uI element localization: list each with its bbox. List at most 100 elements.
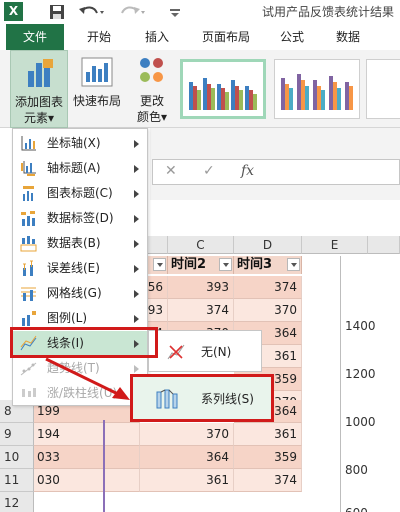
row-header[interactable]: 10	[0, 446, 34, 469]
tab-file[interactable]: 文件	[6, 24, 64, 50]
redo-icon[interactable]	[118, 3, 148, 21]
data-table-icon	[20, 236, 37, 252]
menu-item-axis-titles[interactable]: 轴标题(A)	[13, 156, 147, 181]
ribbon-tabs: 文件 开始 插入 页面布局 公式 数据	[0, 24, 400, 50]
cell[interactable]: 364	[168, 446, 234, 469]
tab-home[interactable]: 开始	[74, 24, 124, 50]
gridlines-icon	[21, 287, 36, 301]
cell[interactable]	[34, 492, 302, 512]
cell[interactable]: 361	[234, 423, 302, 446]
undo-icon[interactable]	[76, 3, 106, 21]
chart-area[interactable]: 1400 1200 1000 800 600	[340, 256, 400, 512]
title-bar: X 试用产品反馈表统计结果	[0, 0, 400, 24]
filter-dropdown-icon[interactable]	[153, 258, 166, 271]
menu-item-error-bars[interactable]: 误差线(E)	[13, 256, 147, 281]
tab-page-layout[interactable]: 页面布局	[190, 24, 262, 50]
column-header-c[interactable]: C	[168, 236, 234, 254]
legend-icon	[22, 311, 36, 326]
submenu-arrow-icon	[134, 240, 139, 248]
y-axis-tick-label: 1200	[345, 367, 376, 381]
chart-style-1[interactable]	[180, 59, 266, 119]
no-lines-icon	[167, 344, 185, 360]
chart-style-thumbnail	[189, 78, 257, 110]
cell[interactable]: 361	[168, 469, 234, 492]
add-chart-element-button[interactable]: 添加图表 元素▾	[10, 50, 68, 128]
tab-data[interactable]: 数据	[324, 24, 372, 50]
tab-insert[interactable]: 插入	[132, 24, 182, 50]
chart-style-thumbnail	[281, 74, 353, 110]
row-header[interactable]: 12	[0, 492, 34, 512]
change-colors-label-1: 更改	[139, 94, 164, 108]
quick-layout-icon	[81, 57, 113, 87]
excel-window: X 试用产品反馈表统计结果 文件 开始 插入 页面布局 公式 数据 添加图表 元…	[0, 0, 400, 512]
filter-dropdown-icon[interactable]	[219, 258, 232, 271]
column-header-d[interactable]: D	[234, 236, 302, 254]
chart-style-2[interactable]	[274, 59, 360, 119]
callout-box-series-lines	[130, 374, 274, 422]
cell[interactable]: 370	[234, 299, 302, 322]
data-labels-icon	[21, 211, 35, 226]
column-header-f[interactable]	[368, 236, 400, 254]
palette-icon	[140, 58, 163, 82]
cell[interactable]: 030	[34, 469, 140, 492]
tab-formulas[interactable]: 公式	[268, 24, 316, 50]
y-axis-tick-label: 800	[345, 463, 368, 477]
row-header[interactable]: 11	[0, 469, 34, 492]
window-title: 试用产品反馈表统计结果	[262, 5, 395, 19]
formula-bar: ✕ ✓ fx	[152, 159, 400, 185]
add-chart-element-icon	[28, 59, 53, 87]
callout-arrow-icon	[45, 357, 130, 400]
cell[interactable]: 033	[34, 446, 140, 469]
add-chart-element-label-2: 元素▾	[23, 111, 55, 125]
error-bars-icon	[23, 260, 33, 276]
y-axis-tick-label: 1000	[345, 415, 376, 429]
change-colors-button[interactable]: 更改 颜色▾	[128, 50, 176, 128]
customize-toolbar-icon[interactable]	[168, 3, 182, 21]
selection-range-border	[103, 420, 105, 512]
quick-layout-button[interactable]: 快速布局	[70, 50, 124, 128]
trendline-icon	[20, 362, 37, 376]
menu-item-axes[interactable]: 坐标轴(X)	[13, 131, 147, 156]
cell[interactable]: 393	[168, 276, 234, 299]
submenu-item-none[interactable]: 无(N)	[149, 339, 261, 364]
y-axis-tick-label: 1400	[345, 319, 376, 333]
submenu-arrow-icon	[134, 190, 139, 198]
save-icon[interactable]	[48, 3, 66, 21]
menu-item-data-labels[interactable]: 数据标签(D)	[13, 206, 147, 231]
cancel-icon[interactable]: ✕	[165, 163, 177, 179]
excel-logo-icon: X	[4, 2, 23, 21]
cell[interactable]: 374	[168, 299, 234, 322]
cell[interactable]: 374	[234, 276, 302, 299]
filter-dropdown-icon[interactable]	[287, 258, 300, 271]
quick-layout-label: 快速布局	[72, 94, 121, 108]
cell[interactable]: 374	[234, 469, 302, 492]
ribbon: 添加图表 元素▾ 快速布局 更改 颜色▾	[0, 50, 400, 128]
y-axis-tick-label: 600	[345, 506, 368, 512]
submenu-arrow-icon	[134, 315, 139, 323]
table-header-time2[interactable]: 时间2	[168, 256, 234, 274]
enter-icon[interactable]: ✓	[203, 163, 215, 179]
submenu-arrow-icon	[134, 215, 139, 223]
menu-item-gridlines[interactable]: 网格线(G)	[13, 281, 147, 306]
cell[interactable]: 359	[234, 446, 302, 469]
lines-submenu: 无(N)	[148, 330, 262, 372]
add-chart-element-label-1: 添加图表	[14, 95, 63, 109]
row-header[interactable]: 9	[0, 423, 34, 446]
submenu-arrow-icon	[134, 290, 139, 298]
submenu-arrow-icon	[134, 140, 139, 148]
menu-item-data-table[interactable]: 数据表(B)	[13, 231, 147, 256]
chart-title-icon	[23, 186, 34, 201]
menu-item-chart-title[interactable]: 图表标题(C)	[13, 181, 147, 206]
insert-function-icon[interactable]: fx	[241, 163, 254, 179]
dropdown-arrow-icon: ▾	[160, 110, 168, 124]
updown-bars-icon	[22, 388, 36, 397]
submenu-arrow-icon	[134, 165, 139, 173]
cell[interactable]: 194	[34, 423, 140, 446]
axis-title-icon	[21, 161, 36, 176]
chart-style-3[interactable]	[366, 59, 400, 119]
submenu-arrow-icon	[134, 265, 139, 273]
cell[interactable]: 370	[168, 423, 234, 446]
table-header-time3[interactable]: 时间3	[234, 256, 302, 274]
dropdown-arrow-icon: ▾	[47, 111, 55, 125]
column-header-e[interactable]: E	[302, 236, 368, 254]
